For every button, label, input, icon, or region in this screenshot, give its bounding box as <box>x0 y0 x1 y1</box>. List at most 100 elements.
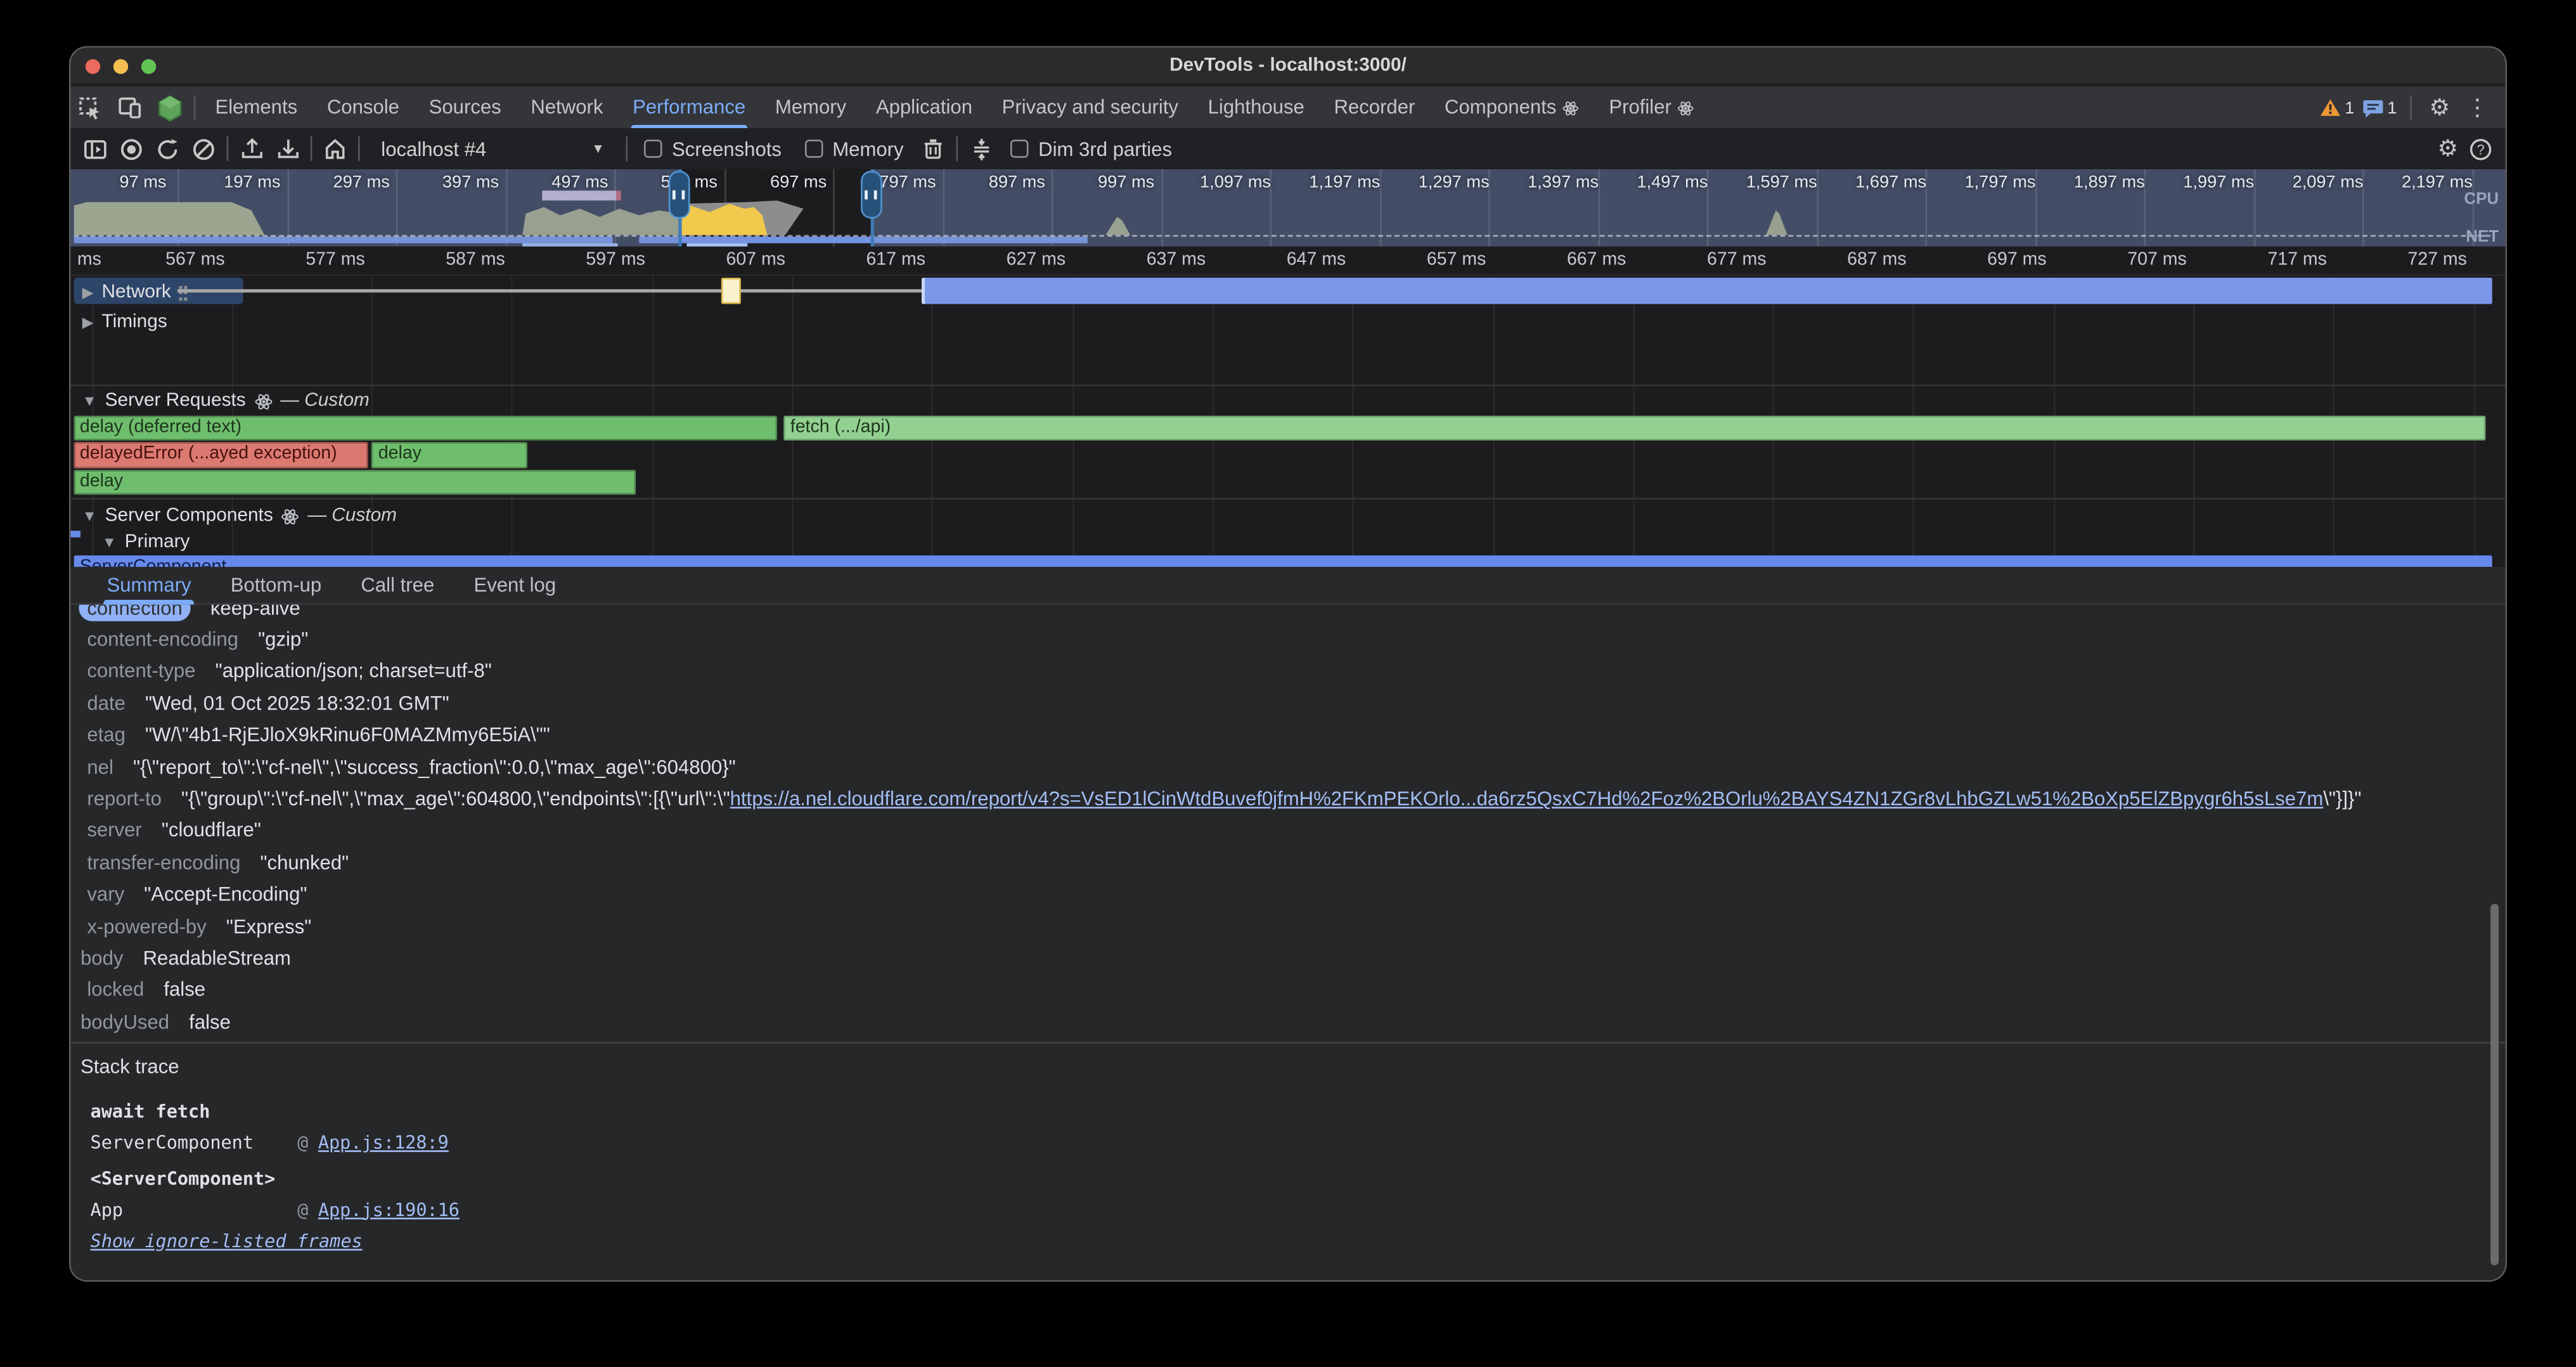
summary-key: connection <box>79 605 190 621</box>
show-ignore-listed-frames-link[interactable]: Show ignore-listed frames <box>91 1230 363 1252</box>
details-tab-event-log[interactable]: Event log <box>454 566 576 604</box>
tab-sources[interactable]: Sources <box>414 87 516 128</box>
devtools-window: DevTools - localhost:3000/ ElementsConso… <box>70 48 2505 1280</box>
tab-label: Profiler <box>1609 87 1671 128</box>
checkbox-box[interactable] <box>804 139 823 158</box>
source-location-link[interactable]: App.js:128:9 <box>318 1132 449 1154</box>
network-request-pending[interactable] <box>721 278 740 303</box>
record-icon[interactable] <box>113 131 150 167</box>
tab-memory[interactable]: Memory <box>761 87 861 128</box>
warnings-badge[interactable]: 1 <box>2320 98 2354 117</box>
checkbox-label: Dim 3rd parties <box>1038 137 1172 160</box>
delay-deferred-bar[interactable]: delay (deferred text) <box>74 415 777 440</box>
checkbox-memory[interactable]: Memory <box>804 137 903 160</box>
tab-performance[interactable]: Performance <box>618 87 761 128</box>
track-timings[interactable]: ▶ Timings <box>82 312 167 332</box>
drag-handle-icon[interactable] <box>179 285 188 300</box>
checkbox-box[interactable] <box>644 139 662 158</box>
ignore-listing-icon[interactable] <box>963 131 999 167</box>
help-icon[interactable]: ? <box>2463 131 2499 167</box>
details-tab-bottom-up[interactable]: Bottom-up <box>211 566 342 604</box>
capture-settings-gear-icon[interactable]: ⚙ <box>2433 135 2463 163</box>
overview-time-label: 2,097 ms <box>2293 172 2364 192</box>
stack-frame-name: ServerComponent <box>91 1132 298 1154</box>
fetch-api-bar[interactable]: fetch (.../api) <box>783 415 2486 440</box>
delayed-error-bar[interactable]: delayedError (...ayed exception) <box>74 442 368 467</box>
source-location-link[interactable]: App.js:190:16 <box>318 1199 460 1221</box>
summary-scrollbar[interactable] <box>2490 904 2499 1265</box>
kebab-menu-icon[interactable]: ⋮ <box>2463 94 2492 122</box>
tab-label: Performance <box>633 87 745 128</box>
tab-console[interactable]: Console <box>312 87 415 128</box>
summary-row-x-powered-by: x-powered-by "Express" <box>87 910 311 942</box>
toggle-sidebar-icon[interactable] <box>77 131 113 167</box>
track-server-components[interactable]: ▼ Server Components — Custom <box>82 506 397 526</box>
selection-handle-left[interactable]: ❚❚ <box>669 171 690 219</box>
ruler-time-label: 627 ms <box>1007 250 1066 269</box>
divider <box>70 1042 2505 1044</box>
server-component-bar[interactable]: ServerComponent <box>74 555 2492 567</box>
tab-elements[interactable]: Elements <box>200 87 312 128</box>
overview-time-label: 2,197 ms <box>2402 172 2473 192</box>
inspect-element-icon[interactable] <box>70 87 110 128</box>
summary-key: transfer-encoding <box>87 851 240 874</box>
overview-time-label: 1,497 ms <box>1637 172 1708 192</box>
report-to-url-link[interactable]: https://a.nel.cloudflare.com/report/v4?s… <box>730 787 2324 810</box>
timeline-ruler[interactable]: ms567 ms577 ms587 ms597 ms607 ms617 ms62… <box>70 247 2505 276</box>
track-primary[interactable]: ▼ Primary <box>102 533 190 552</box>
summary-value: "Express" <box>226 915 311 938</box>
selection-handle-right[interactable]: ❚❚ <box>861 171 882 219</box>
tab-privacy-and-security[interactable]: Privacy and security <box>987 87 1193 128</box>
react-atom-icon <box>281 507 300 526</box>
tab-network[interactable]: Network <box>516 87 618 128</box>
tab-profiler[interactable]: Profiler <box>1594 87 1709 128</box>
tab-label: Lighthouse <box>1208 87 1304 128</box>
track-server-components-label: Server Components <box>105 506 273 526</box>
summary-row-bodyUsed: bodyUsedfalse <box>80 1006 231 1038</box>
divider <box>626 136 628 161</box>
summary-pane: connectionkeep-alivecontent-encoding"gzi… <box>70 605 2505 1280</box>
summary-value: false <box>189 1011 231 1033</box>
messages-badge[interactable]: 1 <box>2362 98 2397 117</box>
collect-garbage-icon[interactable] <box>915 131 951 167</box>
settings-gear-icon[interactable]: ⚙ <box>2425 94 2454 122</box>
summary-value: "cloudflare" <box>162 819 261 842</box>
checkbox-box[interactable] <box>1010 139 1029 158</box>
message-count: 1 <box>2387 98 2397 117</box>
checkbox-screenshots[interactable]: Screenshots <box>644 137 782 160</box>
summary-key: report-to <box>87 787 162 810</box>
details-tab-summary[interactable]: Summary <box>87 566 210 604</box>
network-request-main[interactable] <box>921 278 2492 303</box>
ruler-time-label: 577 ms <box>306 250 365 269</box>
ruler-time-label: 687 ms <box>1847 250 1907 269</box>
save-profile-icon[interactable] <box>269 131 306 167</box>
extension-hexagon-icon[interactable] <box>150 87 189 128</box>
summary-key: locked <box>87 978 144 1001</box>
summary-key: nel <box>87 755 113 778</box>
home-icon[interactable] <box>317 131 353 167</box>
track-server-requests[interactable]: ▼ Server Requests — Custom <box>82 391 370 411</box>
summary-row-report-to: report-to "{\"group\":\"cf-nel\",\"max_ag… <box>87 783 2361 815</box>
overview-time-label: 1,797 ms <box>1965 172 2036 192</box>
tab-lighthouse[interactable]: Lighthouse <box>1193 87 1319 128</box>
tab-application[interactable]: Application <box>861 87 988 128</box>
history-select[interactable]: localhost #4 ▼ <box>371 133 615 165</box>
ruler-time-label: ms <box>77 250 101 269</box>
delay-bar-2[interactable]: delay <box>371 442 527 467</box>
clear-icon[interactable] <box>186 131 222 167</box>
checkbox-dim-3rd-parties[interactable]: Dim 3rd parties <box>1010 137 1172 160</box>
reload-record-icon[interactable] <box>150 131 186 167</box>
tab-components[interactable]: Components <box>1430 87 1594 128</box>
summary-key: x-powered-by <box>87 915 206 938</box>
summary-value: "{\"group\":\"cf-nel\",\"max_age\":60480… <box>181 787 730 810</box>
summary-value: "Wed, 01 Oct 2025 18:32:01 GMT" <box>145 692 449 715</box>
device-toolbar-icon[interactable] <box>110 87 150 128</box>
load-profile-icon[interactable] <box>233 131 269 167</box>
timeline-overview[interactable]: 97 ms197 ms297 ms397 ms497 ms597 ms697 m… <box>70 169 2505 247</box>
delay-bar-3[interactable]: delay <box>74 469 637 495</box>
track-network[interactable]: ▶ Network <box>82 283 188 302</box>
tab-recorder[interactable]: Recorder <box>1319 87 1430 128</box>
divider <box>194 95 196 120</box>
details-tab-call-tree[interactable]: Call tree <box>341 566 454 604</box>
net-lane-label: NET <box>2466 228 2499 247</box>
